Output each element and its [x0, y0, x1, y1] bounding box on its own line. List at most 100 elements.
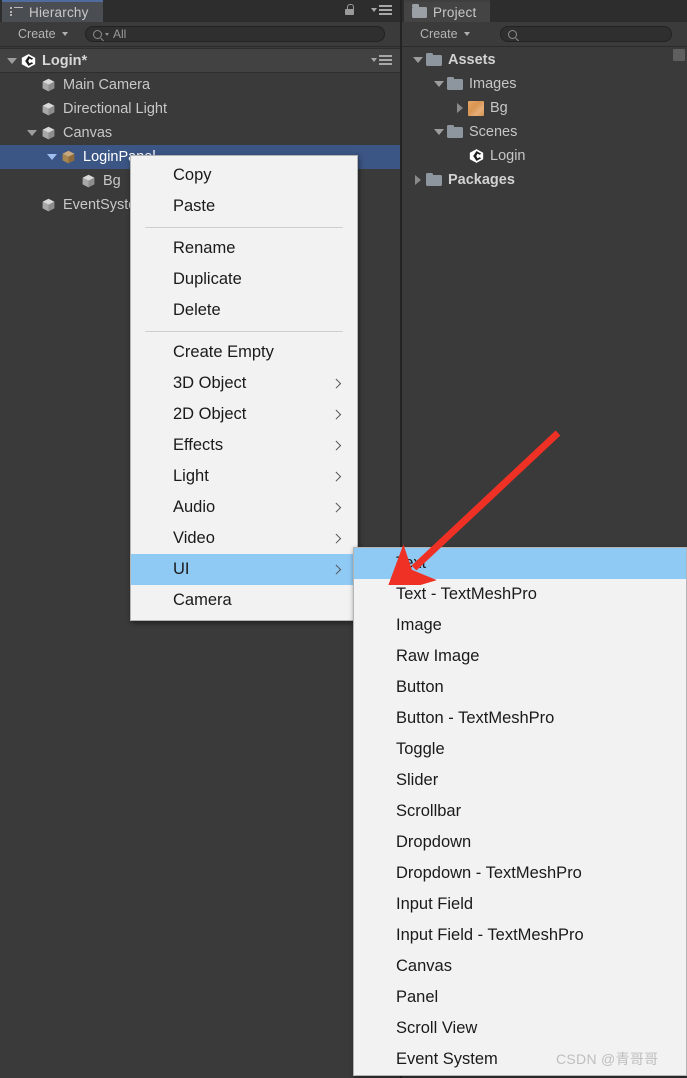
context-menu-item-audio[interactable]: Audio: [131, 492, 357, 523]
project-create-button[interactable]: Create: [414, 25, 476, 43]
ui-submenu-item-input-field[interactable]: Input Field: [354, 889, 686, 920]
hierarchy-row-label: Canvas: [63, 125, 113, 141]
ui-submenu-item-input-field-textmeshpro[interactable]: Input Field - TextMeshPro: [354, 920, 686, 951]
ui-submenu: Text Text - TextMeshPro Image Raw Image Butt…: [353, 547, 687, 1076]
prefab-cube-icon: [60, 149, 77, 165]
project-row-bg[interactable]: Bg: [402, 96, 687, 120]
ui-submenu-item-panel[interactable]: Panel: [354, 982, 686, 1013]
ui-submenu-item-label: Event System: [396, 1050, 498, 1068]
context-menu-item-copy[interactable]: Copy: [131, 160, 357, 191]
ui-submenu-item-label: Button - TextMeshPro: [396, 709, 555, 727]
context-menu-item-delete[interactable]: Delete: [131, 295, 357, 326]
ui-submenu-item-toggle[interactable]: Toggle: [354, 734, 686, 765]
project-row-assets[interactable]: Assets: [402, 48, 687, 72]
chevron-right-icon: [333, 410, 339, 420]
chevron-right-icon: [333, 472, 339, 482]
context-menu-item-ui[interactable]: UI: [131, 554, 357, 585]
chevron-right-icon: [333, 503, 339, 513]
folder-icon: [426, 52, 442, 66]
hierarchy-row-login[interactable]: Login*: [0, 48, 400, 73]
ui-submenu-item-label: Panel: [396, 988, 439, 1006]
context-menu-item-3d-object[interactable]: 3D Object: [131, 368, 357, 399]
context-menu-item-create-empty[interactable]: Create Empty: [131, 337, 357, 368]
scene-context-menu-icon[interactable]: [371, 55, 392, 65]
disclosure-triangle-closed-icon[interactable]: [454, 102, 466, 114]
disclosure-triangle-open-icon[interactable]: [433, 126, 445, 138]
ui-submenu-item-label: Scroll View: [396, 1019, 478, 1037]
folder-icon: [426, 172, 442, 186]
tab-hierarchy-label: Hierarchy: [29, 4, 89, 20]
disclosure-triangle-open-icon[interactable]: [6, 55, 18, 67]
project-row-images[interactable]: Images: [402, 72, 687, 96]
tab-project[interactable]: Project: [404, 0, 491, 22]
project-row-label: Assets: [448, 52, 496, 68]
disclosure-triangle-open-icon[interactable]: [412, 54, 424, 66]
ui-submenu-item-dropdown-textmeshpro[interactable]: Dropdown - TextMeshPro: [354, 858, 686, 889]
project-row-scenes[interactable]: Scenes: [402, 120, 687, 144]
menu-separator: [145, 331, 343, 332]
context-menu-item-light[interactable]: Light: [131, 461, 357, 492]
ui-submenu-item-label: Scrollbar: [396, 802, 462, 820]
hierarchy-row-main-camera[interactable]: Main Camera: [0, 73, 400, 97]
project-tabbar: Project: [402, 0, 687, 22]
project-row-packages[interactable]: Packages: [402, 168, 687, 192]
hierarchy-create-label: Create: [18, 27, 56, 41]
disclosure-triangle-open-icon[interactable]: [433, 78, 445, 90]
ui-submenu-item-dropdown[interactable]: Dropdown: [354, 827, 686, 858]
project-row-login[interactable]: Login: [402, 144, 687, 168]
context-menu-item-label: Copy: [173, 166, 212, 184]
context-menu-item-label: Rename: [173, 239, 236, 257]
context-menu-item-camera[interactable]: Camera: [131, 585, 357, 616]
gameobject-cube-icon: [40, 77, 57, 93]
disclosure-triangle-closed-icon[interactable]: [412, 174, 424, 186]
ui-submenu-item-text[interactable]: Text: [354, 548, 686, 579]
folder-icon: [447, 76, 463, 90]
chevron-down-icon: [463, 32, 470, 36]
ui-submenu-item-label: Text - TextMeshPro: [396, 585, 537, 603]
tab-project-label: Project: [433, 4, 477, 20]
context-menu-item-video[interactable]: Video: [131, 523, 357, 554]
ui-submenu-item-button[interactable]: Button: [354, 672, 686, 703]
hierarchy-search-input[interactable]: All: [85, 26, 385, 42]
context-menu-item-effects[interactable]: Effects: [131, 430, 357, 461]
ui-submenu-item-label: Toggle: [396, 740, 445, 758]
ui-submenu-item-button-textmeshpro[interactable]: Button - TextMeshPro: [354, 703, 686, 734]
ui-submenu-item-slider[interactable]: Slider: [354, 765, 686, 796]
context-menu-item-label: Video: [173, 529, 215, 547]
context-menu-item-2d-object[interactable]: 2D Object: [131, 399, 357, 430]
context-menu-item-paste[interactable]: Paste: [131, 191, 357, 222]
ui-submenu-item-label: Image: [396, 616, 442, 634]
ui-submenu-item-scroll-view[interactable]: Scroll View: [354, 1013, 686, 1044]
hierarchy-toolbar: Create All: [0, 22, 400, 47]
ui-submenu-item-text-textmeshpro[interactable]: Text - TextMeshPro: [354, 579, 686, 610]
disclosure-triangle-open-icon[interactable]: [26, 127, 38, 139]
tab-hierarchy[interactable]: Hierarchy: [2, 0, 103, 22]
search-icon: [93, 29, 102, 39]
disclosure-triangle-open-icon[interactable]: [46, 151, 58, 163]
hierarchy-row-canvas[interactable]: Canvas: [0, 121, 400, 145]
chevron-right-icon: [333, 441, 339, 451]
context-menu-item-label: Duplicate: [173, 270, 242, 288]
context-menu-item-label: 2D Object: [173, 405, 247, 423]
hierarchy-row-label: Main Camera: [63, 77, 151, 93]
ui-submenu-item-label: Input Field: [396, 895, 474, 913]
context-menu-item-label: Effects: [173, 436, 224, 454]
project-search-input[interactable]: [500, 26, 672, 42]
ui-submenu-item-scrollbar[interactable]: Scrollbar: [354, 796, 686, 827]
hierarchy-row-directional-light[interactable]: Directional Light: [0, 97, 400, 121]
hierarchy-options-menu-icon[interactable]: [371, 5, 392, 15]
ui-submenu-item-canvas[interactable]: Canvas: [354, 951, 686, 982]
lock-icon[interactable]: [345, 4, 354, 15]
ui-submenu-item-raw-image[interactable]: Raw Image: [354, 641, 686, 672]
project-create-label: Create: [420, 27, 458, 41]
context-menu-item-rename[interactable]: Rename: [131, 233, 357, 264]
hierarchy-create-button[interactable]: Create: [12, 25, 74, 43]
unity-scene-icon: [468, 148, 485, 164]
context-menu-item-label: Light: [173, 467, 209, 485]
ui-submenu-item-image[interactable]: Image: [354, 610, 686, 641]
context-menu-item-duplicate[interactable]: Duplicate: [131, 264, 357, 295]
project-row-label: Scenes: [469, 124, 518, 140]
